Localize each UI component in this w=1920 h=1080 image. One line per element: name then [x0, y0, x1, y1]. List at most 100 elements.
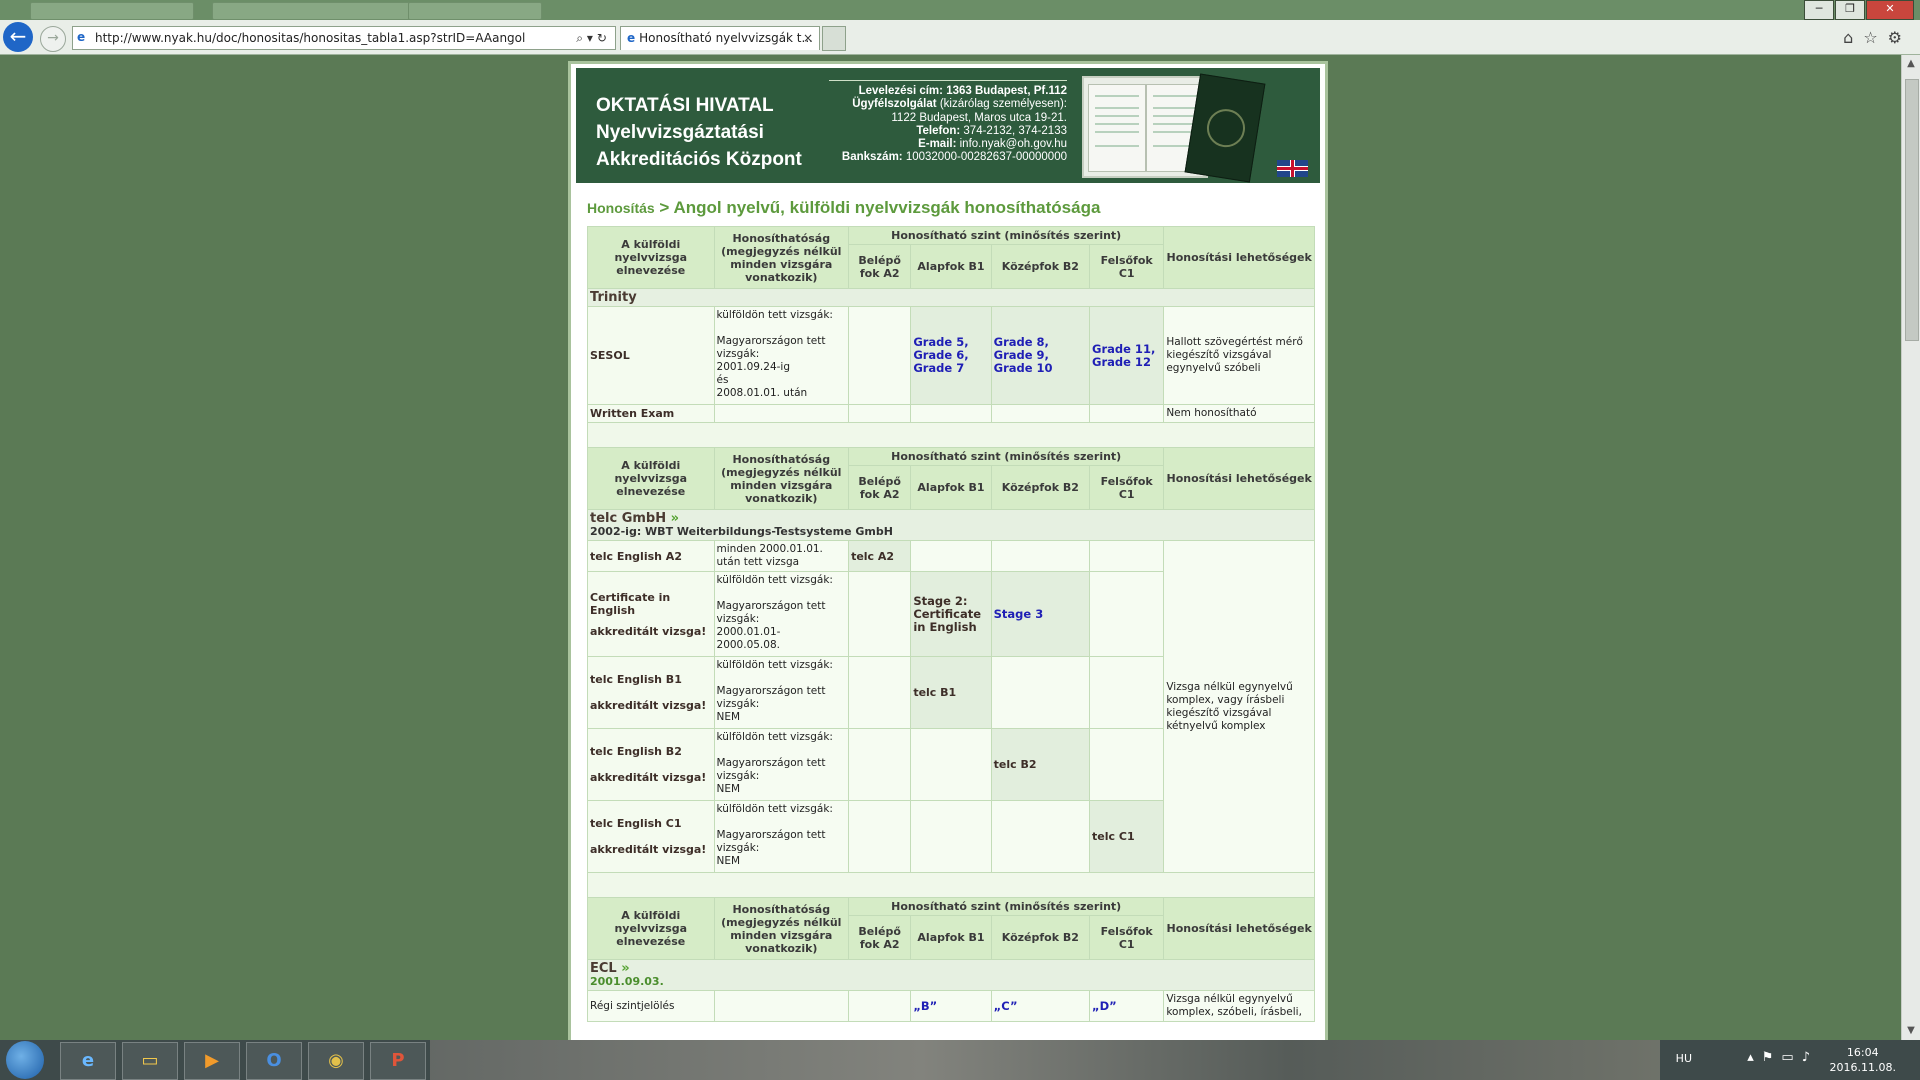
th-b2: Középfok B2: [990, 244, 1091, 289]
back-arrow-icon[interactable]: ←: [3, 22, 33, 52]
recognition-text: külföldön tett vizsgák: Magyarországon t…: [713, 571, 850, 657]
internet-explorer-icon[interactable]: e: [60, 1042, 116, 1080]
service-address: 1122 Budapest, Maros utca 19-21.: [891, 111, 1067, 124]
email-value: info.nyak@oh.gov.hu: [959, 138, 1067, 151]
new-tab-button[interactable]: [822, 26, 846, 51]
th-possibilities: Honosítási lehetőségek: [1163, 447, 1315, 510]
level-c1-value: telc C1: [1089, 800, 1165, 873]
th-a2: Belépő fok A2: [848, 915, 912, 960]
email-label: E-mail:: [918, 138, 957, 151]
group-ecl: ECL » 2001.09.03.: [587, 959, 1315, 991]
scroll-thumb[interactable]: [1905, 79, 1919, 341]
level-a2-value: telc A2: [848, 540, 912, 572]
level-b2-link[interactable]: Stage 3: [990, 571, 1091, 657]
clock-date: 2016.11.08.: [1829, 1061, 1896, 1074]
table-row: SESOL külföldön tett vizsgák: Magyarorsz…: [587, 306, 1315, 405]
vertical-scrollbar[interactable]: ▲ ▼: [1901, 55, 1920, 1040]
group-ecl-title[interactable]: ECL: [590, 961, 617, 976]
minimize-icon[interactable]: ─: [1804, 0, 1834, 20]
exam-name: telc English A2: [587, 540, 715, 572]
mail-label: Levelezési cím:: [858, 85, 943, 97]
scroll-down-icon[interactable]: ▼: [1902, 1022, 1920, 1040]
site-header: OKTATÁSI HIVATAL Nyelvvizsgáztatási Akkr…: [576, 68, 1320, 183]
background-tab-1[interactable]: [30, 2, 194, 20]
level-b1-value: telc B1: [910, 656, 992, 729]
exam-name: SESOL: [587, 306, 715, 405]
exam-name: Régi szintjelölés: [587, 990, 715, 1022]
recognition-text: külföldön tett vizsgák: Magyarországon te…: [713, 656, 850, 729]
content-page: OKTATÁSI HIVATAL Nyelvvizsgáztatási Akkr…: [568, 61, 1328, 1040]
breadcrumb-link-honositas[interactable]: Honosítás: [587, 200, 655, 216]
address-bar[interactable]: e http://www.nyak.hu/doc/honositas/honosi…: [72, 26, 616, 50]
forward-arrow-icon[interactable]: →: [40, 26, 66, 52]
active-tab[interactable]: e Honosítható nyelvvizsgák t... ×: [620, 26, 820, 50]
bank-value: 10032000-00282637-00000000: [905, 151, 1067, 164]
org-line-1: OKTATÁSI HIVATAL: [596, 95, 774, 116]
group-telc-title[interactable]: telc GmbH: [590, 511, 666, 526]
outlook-icon[interactable]: O: [246, 1042, 302, 1080]
home-icon[interactable]: ⌂: [1843, 28, 1863, 47]
exam-name: Written Exam: [587, 404, 715, 423]
th-c1: Felsőfok C1: [1089, 244, 1165, 289]
th-b1: Alapfok B1: [910, 915, 992, 960]
th-levels: Honosítható szint (minősítés szerint): [848, 226, 1165, 245]
file-explorer-icon[interactable]: ▭: [122, 1042, 178, 1080]
th-a2: Belépő fok A2: [848, 465, 912, 510]
browser-navbar: ← → e http://www.nyak.hu/doc/honositas/ho…: [0, 20, 1920, 55]
clock-time: 16:04: [1846, 1046, 1879, 1059]
windows-taskbar: e ▭ ▶ O ◉ P HU ▴⚑▭♪ 16:04 2016.11.08.: [0, 1040, 1920, 1080]
tab-title: Honosítható nyelvvizsgák t...: [639, 31, 813, 45]
table-row: telc English A2 minden 2000.01.01. után …: [587, 540, 1315, 873]
group-telc: telc GmbH » 2002-ig: WBT Weiterbildungs-…: [587, 509, 1315, 541]
level-b2-link[interactable]: „C”: [990, 990, 1091, 1022]
th-b2: Középfok B2: [990, 915, 1091, 960]
recognition-text: minden 2000.01.01. után tett vizsga: [713, 540, 850, 572]
level-c1-link[interactable]: „D”: [1089, 990, 1165, 1022]
address-controls[interactable]: ⌕▾↻: [576, 27, 611, 49]
th-levels: Honosítható szint (minősítés szerint): [848, 897, 1165, 916]
th-recognition: Honosíthatóság (megjegyzés nélkül minden…: [713, 226, 850, 289]
possibility-text: Hallott szövegértést mérő kiegészítő viz…: [1163, 306, 1315, 405]
level-c1-link[interactable]: Grade 11, Grade 12: [1089, 306, 1165, 405]
service-label: Ügyfélszolgálat: [852, 98, 937, 111]
address-url: http://www.nyak.hu/doc/honositas/honosit…: [95, 31, 526, 45]
language-indicator[interactable]: HU: [1676, 1052, 1692, 1065]
powerpoint-icon[interactable]: P: [370, 1042, 426, 1080]
group-ecl-more-link[interactable]: »: [621, 961, 629, 976]
th-recognition: Honosíthatóság (megjegyzés nélkül minden…: [713, 897, 850, 960]
table-row: Written Exam Nem honosítható: [587, 404, 1315, 423]
background-tab-3[interactable]: [408, 2, 542, 20]
th-c1: Felsőfok C1: [1089, 915, 1165, 960]
th-b2: Középfok B2: [990, 465, 1091, 510]
th-b1: Alapfok B1: [910, 465, 992, 510]
tab-close-icon[interactable]: ×: [803, 27, 813, 49]
breadcrumb: Honosítás > Angol nyelvű, külföldi nyelv…: [587, 198, 1100, 218]
level-b1-link[interactable]: „B”: [910, 990, 992, 1022]
recognition-text: külföldön tett vizsgák: Magyarországon te…: [713, 800, 850, 873]
maximize-icon[interactable]: ❐: [1835, 0, 1865, 20]
settings-gear-icon[interactable]: ⚙: [1888, 28, 1912, 47]
close-window-icon[interactable]: ✕: [1866, 0, 1914, 20]
favorites-star-icon[interactable]: ☆: [1863, 28, 1887, 47]
th-a2: Belépő fok A2: [848, 244, 912, 289]
phone-value: 374-2132, 374-2133: [963, 124, 1067, 137]
group-telc-more-link[interactable]: »: [671, 511, 679, 526]
exam-name: Certificate in English akkreditált vizsga…: [587, 571, 715, 657]
level-b1-link[interactable]: Grade 5, Grade 6, Grade 7: [910, 306, 992, 405]
scroll-up-icon[interactable]: ▲: [1902, 55, 1920, 73]
level-b2-link[interactable]: Grade 8, Grade 9, Grade 10: [990, 306, 1091, 405]
tray-icons[interactable]: ▴⚑▭♪: [1747, 1050, 1818, 1065]
clock[interactable]: 16:04 2016.11.08.: [1830, 1045, 1896, 1075]
background-tab-2[interactable]: [212, 2, 426, 20]
th-exam-name: A külföldi nyelvvizsga elnevezése: [587, 897, 715, 960]
exam-name: telc English C1 akkreditált vizsga!: [587, 800, 715, 873]
media-player-icon[interactable]: ▶: [184, 1042, 240, 1080]
org-line-3: Akkreditációs Központ: [596, 149, 802, 170]
level-b1-link[interactable]: Stage 2: Certificate in English: [910, 571, 992, 657]
chrome-icon[interactable]: ◉: [308, 1042, 364, 1080]
page-title: Angol nyelvű, külföldi nyelvvizsgák hono…: [673, 198, 1101, 217]
th-levels: Honosítható szint (minősítés szerint): [848, 447, 1165, 466]
english-flag-icon[interactable]: [1277, 160, 1308, 177]
start-button-icon[interactable]: [6, 1041, 44, 1079]
exam-name: telc English B1 akkreditált vizsga!: [587, 656, 715, 729]
